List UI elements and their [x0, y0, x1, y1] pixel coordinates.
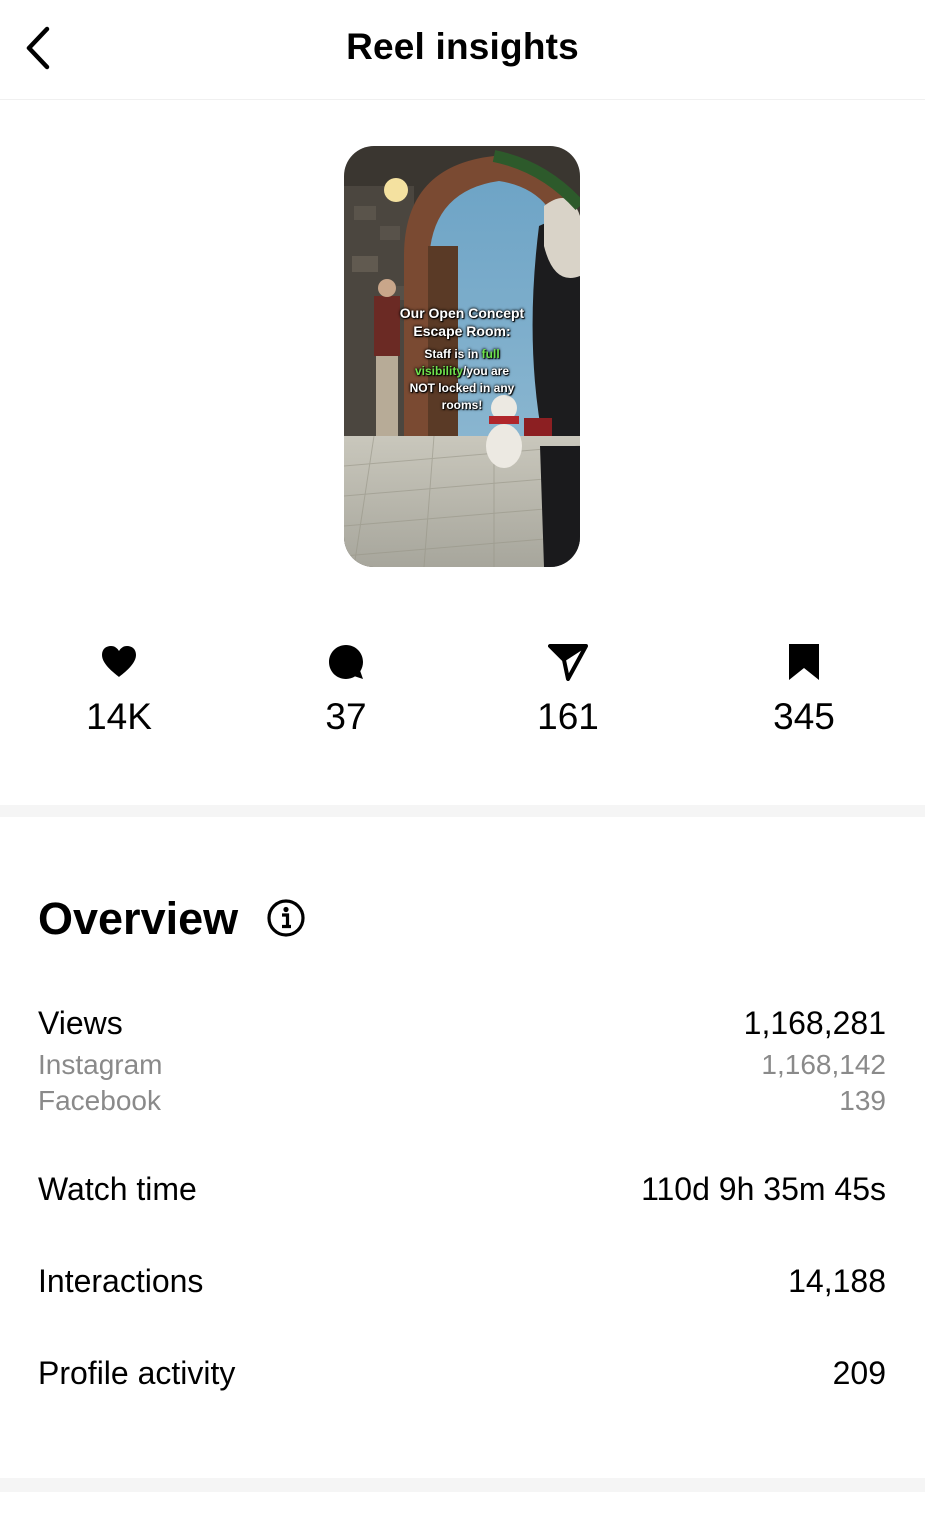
section-divider: [0, 1478, 925, 1492]
reel-caption-line2: Escape Room:: [413, 323, 511, 340]
page-title: Reel insights: [346, 26, 579, 67]
saves-count: 345: [773, 696, 835, 737]
profile-activity-row[interactable]: Profile activity 209: [38, 1355, 886, 1395]
overview-heading: Overview: [38, 893, 239, 944]
reel-caption: Our Open Concept Escape Room: Staff is i…: [380, 304, 544, 414]
profile-activity-label: Profile activity: [38, 1355, 236, 1391]
comments-count: 37: [325, 696, 367, 737]
bookmark-icon: [789, 644, 819, 680]
reel-thumbnail[interactable]: Our Open Concept Escape Room: Staff is i…: [344, 146, 580, 567]
caption-highlight: full: [481, 347, 500, 362]
interactions-label: Interactions: [38, 1263, 204, 1299]
saves-stat[interactable]: 345: [724, 640, 884, 738]
engagement-stats: 14K 37 161 345: [0, 640, 925, 750]
shares-stat[interactable]: 161: [488, 640, 648, 738]
comments-stat[interactable]: 37: [266, 640, 426, 738]
caption-text: rooms!: [441, 397, 483, 412]
caption-highlight: visibility: [414, 364, 463, 379]
profile-activity-value: 209: [832, 1355, 886, 1391]
watch-time-value: 110d 9h 35m 45s: [641, 1171, 886, 1207]
section-divider: [0, 805, 925, 817]
overview-info-button[interactable]: [266, 898, 306, 943]
views-value: 1,168,281: [743, 1005, 886, 1041]
shares-count: 161: [537, 696, 599, 737]
caption-text: NOT locked in any: [409, 380, 515, 395]
send-icon: [548, 644, 588, 681]
reel-caption-line1: Our Open Concept: [399, 305, 525, 321]
likes-stat[interactable]: 14K: [39, 640, 199, 738]
info-icon: [267, 899, 305, 937]
watch-time-label: Watch time: [38, 1171, 197, 1207]
interactions-value: 14,188: [788, 1263, 886, 1299]
views-label: Views: [38, 1005, 123, 1041]
reel-caption-detail: Staff is in full visibility/you are NOT …: [380, 346, 544, 413]
caption-text: Staff is in: [424, 347, 482, 362]
caption-text: /you are: [463, 364, 510, 379]
top-bar: Reel insights: [0, 0, 925, 100]
views-facebook-value: 139: [839, 1085, 886, 1116]
likes-count: 14K: [86, 696, 152, 737]
interactions-row[interactable]: Interactions 14,188: [38, 1263, 886, 1303]
heart-icon: [102, 646, 136, 677]
views-row[interactable]: Views 1,168,281 Instagram 1,168,142 Face…: [38, 1005, 886, 1125]
views-instagram-label: Instagram: [38, 1049, 163, 1080]
views-facebook-label: Facebook: [38, 1085, 161, 1116]
watch-time-row[interactable]: Watch time 110d 9h 35m 45s: [38, 1171, 886, 1211]
comment-icon: [329, 645, 363, 679]
views-instagram-value: 1,168,142: [761, 1049, 886, 1080]
